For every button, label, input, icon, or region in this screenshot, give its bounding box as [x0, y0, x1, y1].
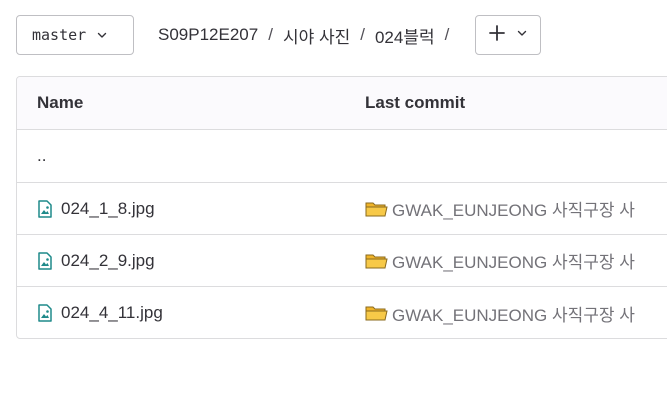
- branch-label: master: [32, 26, 87, 44]
- folder-icon: [365, 252, 389, 270]
- commit-message-text: GWAK_EUNJEONG 사직구장 사: [392, 253, 635, 272]
- folder-icon: [365, 304, 389, 322]
- file-name-link[interactable]: 024_1_8.jpg: [61, 199, 155, 219]
- table-row[interactable]: 024_2_9.jpg GWAK_EUNJEONG 사직구장 사: [17, 235, 667, 287]
- commit-message-link[interactable]: GWAK_EUNJEONG 사직구장 사: [365, 301, 635, 326]
- chevron-down-icon: [516, 26, 528, 44]
- table-row[interactable]: 024_4_11.jpg GWAK_EUNJEONG 사직구장 사: [17, 287, 667, 338]
- breadcrumb-item-project[interactable]: S09P12E207: [158, 25, 258, 45]
- branch-switcher-button[interactable]: master: [16, 15, 134, 55]
- commit-message-link[interactable]: GWAK_EUNJEONG 사직구장 사: [365, 196, 635, 221]
- breadcrumb-item-folder[interactable]: 시야 사진: [283, 23, 350, 48]
- folder-icon: [365, 200, 389, 218]
- file-tree-table: Name Last commit .. 024_1_8.jpg GWAK_EUN…: [16, 76, 667, 339]
- breadcrumb-separator: /: [444, 25, 450, 44]
- breadcrumb: S09P12E207 / 시야 사진 / 024블럭 /: [158, 23, 459, 48]
- table-row[interactable]: 024_1_8.jpg GWAK_EUNJEONG 사직구장 사: [17, 183, 667, 235]
- repo-toolbar: master S09P12E207 / 시야 사진 / 024블럭 /: [16, 15, 667, 55]
- column-header-name: Name: [37, 93, 84, 112]
- file-name-link[interactable]: 024_2_9.jpg: [61, 251, 155, 271]
- add-to-tree-button[interactable]: [475, 15, 542, 55]
- breadcrumb-separator: /: [268, 25, 273, 44]
- commit-message-text: GWAK_EUNJEONG 사직구장 사: [392, 305, 635, 325]
- breadcrumb-separator: /: [360, 25, 365, 44]
- table-header: Name Last commit: [17, 77, 667, 130]
- parent-directory-row[interactable]: ..: [17, 130, 667, 183]
- image-file-icon: [37, 304, 53, 322]
- commit-message-text: GWAK_EUNJEONG 사직구장 사: [392, 201, 635, 220]
- chevron-down-icon: [96, 29, 108, 41]
- image-file-icon: [37, 199, 53, 218]
- plus-icon: [488, 24, 506, 47]
- file-name-link[interactable]: 024_4_11.jpg: [61, 303, 163, 323]
- parent-directory-link[interactable]: ..: [37, 146, 46, 166]
- commit-message-link[interactable]: GWAK_EUNJEONG 사직구장 사: [365, 248, 635, 273]
- image-file-icon: [37, 251, 53, 270]
- column-header-last-commit: Last commit: [365, 93, 466, 112]
- breadcrumb-item-subfolder[interactable]: 024블럭: [375, 23, 435, 48]
